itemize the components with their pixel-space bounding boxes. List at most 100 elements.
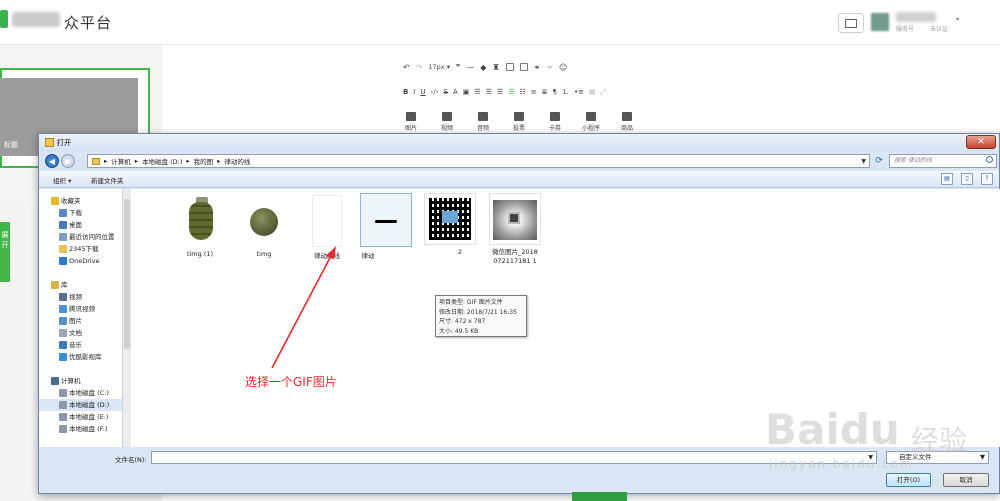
font-size-select[interactable]: 17px ▾ (428, 63, 450, 71)
undo-icon[interactable]: ↶ (403, 63, 410, 72)
insert-coupon-button[interactable]: 卡券 (544, 112, 566, 132)
preview-pane-icon[interactable]: ▯ (961, 173, 973, 185)
highlight-icon[interactable]: ▣ (463, 88, 470, 96)
drive-icon (59, 425, 67, 433)
nav-item-label: 桌面 (69, 221, 82, 229)
navigation-scrollbar[interactable] (123, 189, 131, 447)
insert-vote-button[interactable]: 投票 (508, 112, 530, 132)
paste-icon[interactable] (505, 63, 514, 71)
article-cover-title: 标题 (4, 141, 18, 149)
expand-button[interactable]: 展开 (0, 222, 10, 282)
qr-code-thumbnail (424, 193, 476, 245)
align-left-icon[interactable]: ☰ (474, 88, 480, 96)
text-direction-icon[interactable]: ¶ (553, 88, 557, 96)
search-input[interactable]: 搜索 律动的线 (889, 154, 997, 168)
forward-button[interactable]: ▶ (61, 154, 75, 168)
product-icon (622, 112, 632, 121)
coupon-icon (550, 112, 560, 121)
align-justify-icon[interactable]: ☰ (508, 88, 514, 96)
file-item-qr[interactable]: 2 (421, 193, 479, 256)
dialog-titlebar[interactable]: 打开 ✕ (39, 134, 999, 152)
insert-image-button[interactable]: 图片 (400, 112, 422, 132)
insert-product-button[interactable]: 商品 (616, 112, 638, 132)
drive-icon (59, 413, 67, 421)
horizontal-rule-icon[interactable]: — (466, 63, 474, 72)
insert-video-button[interactable]: 视频 (436, 112, 458, 132)
insert-audio-button[interactable]: 音频 (472, 112, 494, 132)
template-icon[interactable] (519, 63, 528, 71)
redo-icon[interactable]: ↷ (416, 63, 423, 72)
address-bar[interactable]: ▸ 计算机 ▸ 本地磁盘 (D:) ▸ 我的图 ▸ 律动的线 ▼ (87, 154, 870, 168)
file-item-wechat-image[interactable]: 微信图片_2018072117181 1 (483, 193, 547, 266)
chevron-down-icon[interactable]: ▼ (861, 158, 866, 165)
scrollbar-thumb[interactable] (124, 199, 130, 349)
star-icon (51, 197, 59, 205)
eraser-icon[interactable]: ◆ (480, 63, 486, 72)
nav-item[interactable]: 音乐 (39, 339, 122, 351)
nav-item[interactable]: 库 (39, 279, 122, 291)
nav-item-label: 图片 (69, 317, 82, 325)
code-icon[interactable]: ‹/› (431, 88, 439, 96)
italic-icon[interactable]: I (413, 88, 415, 96)
indent-icon[interactable]: ☷ (520, 88, 526, 96)
nav-item[interactable]: 本地磁盘 (D:) (39, 399, 122, 411)
nav-item[interactable]: 视频 (39, 291, 122, 303)
nav-item[interactable]: 桌面 (39, 219, 122, 231)
fullscreen-icon[interactable]: ⤢ (601, 88, 607, 97)
search-icon[interactable] (986, 156, 993, 163)
change-view-icon[interactable]: ▤ (941, 173, 953, 185)
file-item-lvdong-folder[interactable]: 律动的线 (298, 195, 356, 260)
breadcrumb-computer[interactable]: 计算机 (111, 156, 131, 166)
dialog-app-icon (45, 138, 54, 147)
file-item-timg[interactable]: timg (235, 195, 293, 258)
close-button[interactable]: ✕ (966, 135, 996, 149)
nav-item[interactable]: 下载 (39, 207, 122, 219)
help-icon[interactable]: ? (981, 173, 993, 185)
link-icon[interactable]: ⚭ (534, 63, 541, 72)
nav-item[interactable]: 本地磁盘 (E:) (39, 411, 122, 423)
line-spacing-icon[interactable]: ≡ (531, 88, 537, 96)
nav-item[interactable]: 收藏夹 (39, 195, 122, 207)
avatar[interactable] (871, 13, 889, 31)
nav-item[interactable]: 优酷影视库 (39, 351, 122, 363)
breadcrumb-drive-d[interactable]: 本地磁盘 (D:) (142, 156, 182, 166)
bold-icon[interactable]: B (403, 88, 408, 96)
nav-item-label: 本地磁盘 (D:) (69, 401, 110, 409)
nav-item[interactable]: 图片 (39, 315, 122, 327)
organize-menu[interactable]: 组织 ▾ (53, 175, 71, 185)
table-icon[interactable]: ▦ (589, 88, 596, 96)
chevron-down-icon[interactable]: ▾ (956, 16, 959, 23)
refresh-button[interactable]: ⟳ (873, 154, 885, 168)
paragraph-spacing-icon[interactable]: ≣ (542, 88, 548, 96)
align-center-icon[interactable]: ☰ (486, 88, 492, 96)
breadcrumb-my-pictures[interactable]: 我的图 (194, 156, 214, 166)
unordered-list-icon[interactable]: •≡ (574, 88, 584, 96)
nav-item[interactable]: 腾讯视频 (39, 303, 122, 315)
align-right-icon[interactable]: ☰ (497, 88, 503, 96)
quote-icon[interactable]: ❞ (456, 63, 460, 72)
logo (0, 10, 8, 28)
unlink-icon[interactable]: ⚭ (546, 63, 553, 72)
nav-item[interactable]: 文档 (39, 327, 122, 339)
mail-button[interactable] (838, 13, 864, 33)
font-color-icon[interactable]: A (453, 88, 458, 96)
miniprogram-icon (586, 112, 596, 121)
nav-item[interactable]: 计算机 (39, 375, 122, 387)
nav-item[interactable]: OneDrive (39, 255, 122, 267)
nav-item[interactable]: 本地磁盘 (C:) (39, 387, 122, 399)
file-item-timg-1[interactable]: timg (1) (171, 195, 229, 258)
nav-item[interactable]: 最近访问的位置 (39, 231, 122, 243)
insert-miniprogram-button[interactable]: 小程序 (580, 112, 602, 132)
back-button[interactable]: ◀ (45, 154, 59, 168)
nav-item[interactable]: 2345下载 (39, 243, 122, 255)
emoji-icon[interactable]: ☺ (559, 63, 567, 72)
format-brush-icon[interactable]: ♜ (492, 63, 499, 72)
file-item-lvdong-gif[interactable]: 律动 (357, 193, 415, 260)
new-folder-button[interactable]: 新建文件夹 (91, 175, 124, 185)
breadcrumb-current-folder[interactable]: 律动的线 (224, 156, 250, 166)
ball-thumbnail (238, 195, 290, 247)
ordered-list-icon[interactable]: ⒈ (562, 87, 569, 97)
strikethrough-icon[interactable]: S (444, 88, 448, 96)
underline-icon[interactable]: U (420, 88, 425, 96)
nav-item[interactable]: 本地磁盘 (F:) (39, 423, 122, 435)
